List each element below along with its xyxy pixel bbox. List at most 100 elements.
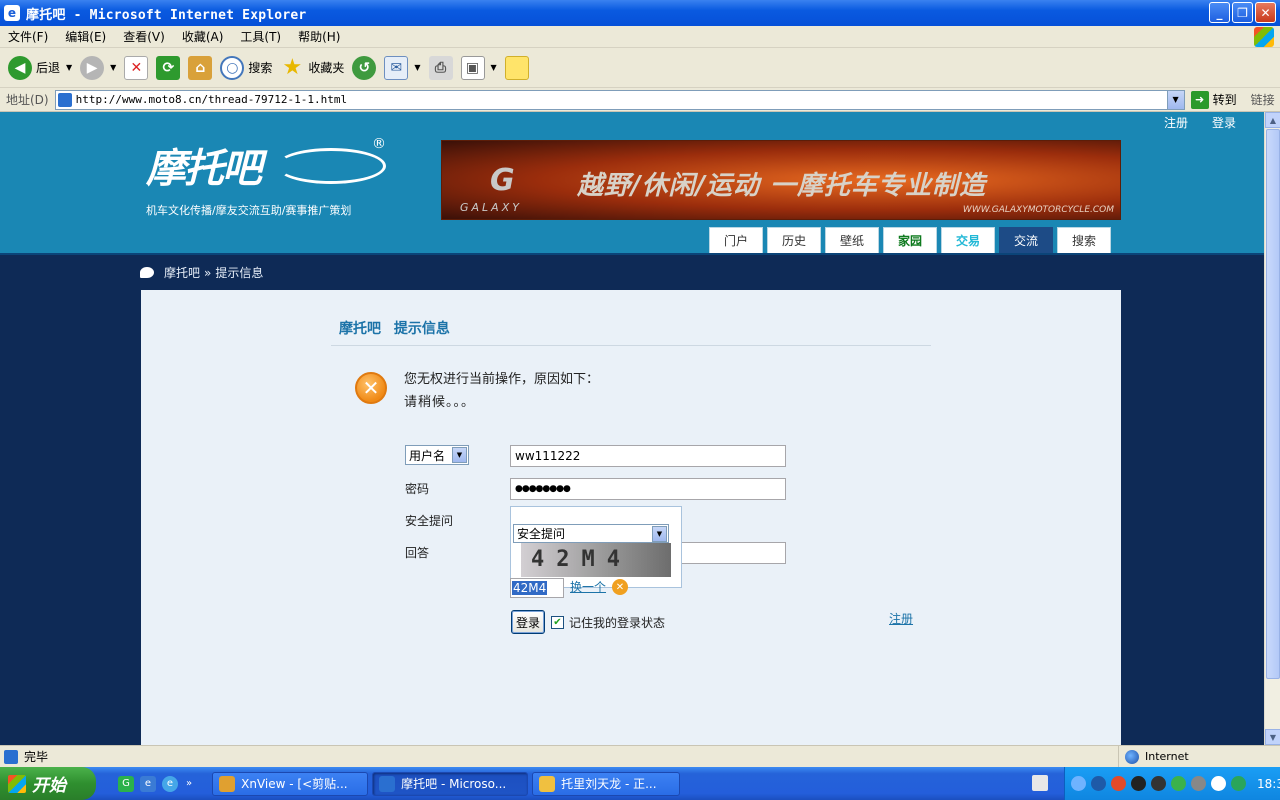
- nav-trade[interactable]: 交易: [941, 227, 995, 254]
- menu-tools[interactable]: 工具(T): [240, 28, 281, 45]
- task-xnview[interactable]: XnView - [<剪贴...: [212, 771, 369, 796]
- ie-icon: e: [4, 5, 20, 21]
- scroll-up-icon[interactable]: ▲: [1265, 112, 1280, 128]
- register-link[interactable]: 注册: [889, 610, 913, 627]
- start-button[interactable]: 开始: [0, 767, 96, 800]
- forward-arrow-icon: ▶: [80, 55, 105, 80]
- nav-search[interactable]: 搜索: [1057, 227, 1111, 254]
- quicklaunch-ie-icon[interactable]: e: [162, 775, 178, 792]
- refresh-button[interactable]: ⟳: [156, 55, 181, 80]
- tray-umbrella-icon[interactable]: [1231, 776, 1246, 791]
- minimize-button[interactable]: _: [1209, 2, 1230, 23]
- window-title: 摩托吧 - Microsoft Internet Explorer: [26, 7, 307, 23]
- task-folder[interactable]: 托里刘天龙 - 正...: [532, 771, 681, 796]
- tray-shield-icon[interactable]: [1171, 776, 1186, 791]
- banner-text: 越野/休闲/运动 一摩托车专业制造: [577, 171, 987, 201]
- nav-portal[interactable]: 门户: [709, 227, 763, 254]
- tray-clock[interactable]: 18:37: [1257, 777, 1280, 791]
- remember-checkbox[interactable]: ✔: [551, 616, 564, 629]
- chevron-down-icon[interactable]: ▼: [66, 63, 72, 72]
- username-type-select[interactable]: 用户名 ▼: [405, 445, 469, 465]
- tray-qq3-icon[interactable]: [1151, 776, 1166, 791]
- task-label: 托里刘天龙 - 正...: [561, 777, 657, 791]
- start-label: 开始: [32, 776, 66, 796]
- window-titlebar: e 摩托吧 - Microsoft Internet Explorer _ ❐ …: [0, 0, 1280, 26]
- error-icon: ✕: [355, 372, 387, 404]
- ad-banner[interactable]: G 越野/休闲/运动 一摩托车专业制造 GALAXY WWW.GALAXYMOT…: [441, 140, 1121, 220]
- tray-qq2-icon[interactable]: [1131, 776, 1146, 791]
- breadcrumb-sep: »: [204, 265, 212, 280]
- quicklaunch-browser-icon[interactable]: e: [140, 775, 156, 792]
- edit-button[interactable]: ▣ ▼: [460, 55, 497, 80]
- banner-url: WWW.GALAXYMOTORCYCLE.COM: [962, 205, 1114, 215]
- back-button[interactable]: ◀ 后退 ▼: [8, 55, 72, 80]
- chevron-down-icon[interactable]: ▼: [110, 63, 116, 72]
- favorites-button[interactable]: ★ 收藏夹: [280, 55, 344, 80]
- top-links: 注册 登录: [1164, 114, 1236, 131]
- go-arrow-icon: ➜: [1190, 90, 1209, 109]
- chevron-down-icon[interactable]: ▼: [414, 63, 420, 72]
- nav-forum[interactable]: 交流: [999, 227, 1053, 254]
- history-button[interactable]: ↺: [352, 55, 377, 80]
- menu-file[interactable]: 文件(F): [8, 28, 48, 45]
- quicklaunch-expand-icon[interactable]: »: [186, 778, 192, 789]
- site-header: 注册 登录 摩托吧 ® 机车文化传播/摩友交流互助/赛事推广策划 G 越野/休闲…: [0, 112, 1264, 255]
- top-register-link[interactable]: 注册: [1164, 114, 1188, 131]
- restore-button[interactable]: ❐: [1232, 2, 1253, 23]
- menu-favorites[interactable]: 收藏(A): [182, 28, 224, 45]
- address-input[interactable]: http://www.moto8.cn/thread-79712-1-1.htm…: [54, 89, 1185, 110]
- tray-network-icon[interactable]: [1071, 776, 1086, 791]
- home-button[interactable]: ⌂: [188, 55, 213, 80]
- ie-icon: [379, 775, 396, 792]
- nav-home[interactable]: 家园: [883, 227, 937, 254]
- username-input[interactable]: ww111222: [510, 445, 786, 467]
- go-button[interactable]: ➜ 转到: [1190, 90, 1237, 109]
- tray-monitor-icon[interactable]: [1091, 776, 1106, 791]
- panel-title-text: 提示信息: [393, 321, 450, 337]
- menu-help[interactable]: 帮助(H): [298, 28, 340, 45]
- security-question-select[interactable]: 安全提问 ▼: [513, 524, 669, 543]
- scroll-down-icon[interactable]: ▼: [1265, 729, 1280, 745]
- stop-button[interactable]: ✕: [124, 55, 149, 80]
- login-button[interactable]: 登录: [511, 610, 545, 634]
- zone-label: Internet: [1145, 750, 1189, 763]
- remember-me[interactable]: ✔ 记住我的登录状态: [551, 614, 665, 631]
- mail-button[interactable]: ✉ ▼: [384, 55, 421, 80]
- banner-sub: GALAXY: [460, 201, 522, 214]
- back-label: 后退: [36, 61, 61, 75]
- menu-edit[interactable]: 编辑(E): [65, 28, 106, 45]
- keyboard-icon[interactable]: [1032, 775, 1048, 791]
- tray-input-icon[interactable]: [1211, 776, 1226, 791]
- quicklaunch-app-icon[interactable]: G: [118, 775, 134, 792]
- site-logo[interactable]: 摩托吧 ® 机车文化传播/摩友交流互助/赛事推广策划: [146, 136, 396, 217]
- captcha-input[interactable]: 42M4: [510, 578, 564, 598]
- captcha-refresh-link[interactable]: 换一个: [570, 578, 606, 595]
- top-login-link[interactable]: 登录: [1212, 114, 1236, 131]
- close-button[interactable]: ✕: [1255, 2, 1276, 23]
- go-label: 转到: [1212, 93, 1237, 107]
- breadcrumb-home[interactable]: 摩托吧: [164, 264, 200, 281]
- note-button[interactable]: [504, 55, 529, 80]
- links-button[interactable]: 链接: [1251, 91, 1275, 108]
- printer-icon: ⎙: [428, 55, 453, 80]
- scroll-thumb[interactable]: [1266, 129, 1280, 679]
- forward-button[interactable]: ▶ ▼: [80, 55, 116, 80]
- tray-qq-icon[interactable]: [1111, 776, 1126, 791]
- search-button[interactable]: ○ 搜索: [220, 55, 272, 80]
- refresh-icon: ⟳: [156, 55, 181, 80]
- status-bar: 完毕 Internet: [0, 745, 1280, 767]
- print-button[interactable]: ⎙: [428, 55, 453, 80]
- menu-view[interactable]: 查看(V): [123, 28, 165, 45]
- toolbar: ◀ 后退 ▼ ▶ ▼ ✕ ⟳ ⌂ ○ 搜索 ★ 收藏夹 ↺ ✉ ▼ ⎙ ▣ ▼: [0, 48, 1280, 88]
- chevron-down-icon[interactable]: ▼: [1166, 90, 1184, 109]
- nav-wallpaper[interactable]: 壁纸: [825, 227, 879, 254]
- system-tray: 18:37: [1064, 767, 1280, 800]
- chevron-down-icon[interactable]: ▼: [491, 63, 497, 72]
- remember-label: 记住我的登录状态: [569, 616, 666, 630]
- vertical-scrollbar[interactable]: ▲ ▼: [1264, 112, 1280, 745]
- password-input[interactable]: ●●●●●●●●: [510, 478, 786, 500]
- task-ie[interactable]: 摩托吧 - Microso...: [372, 771, 529, 796]
- tray-speaker-icon[interactable]: [1191, 776, 1206, 791]
- address-label: 地址(D): [6, 93, 49, 107]
- nav-history[interactable]: 历史: [767, 227, 821, 254]
